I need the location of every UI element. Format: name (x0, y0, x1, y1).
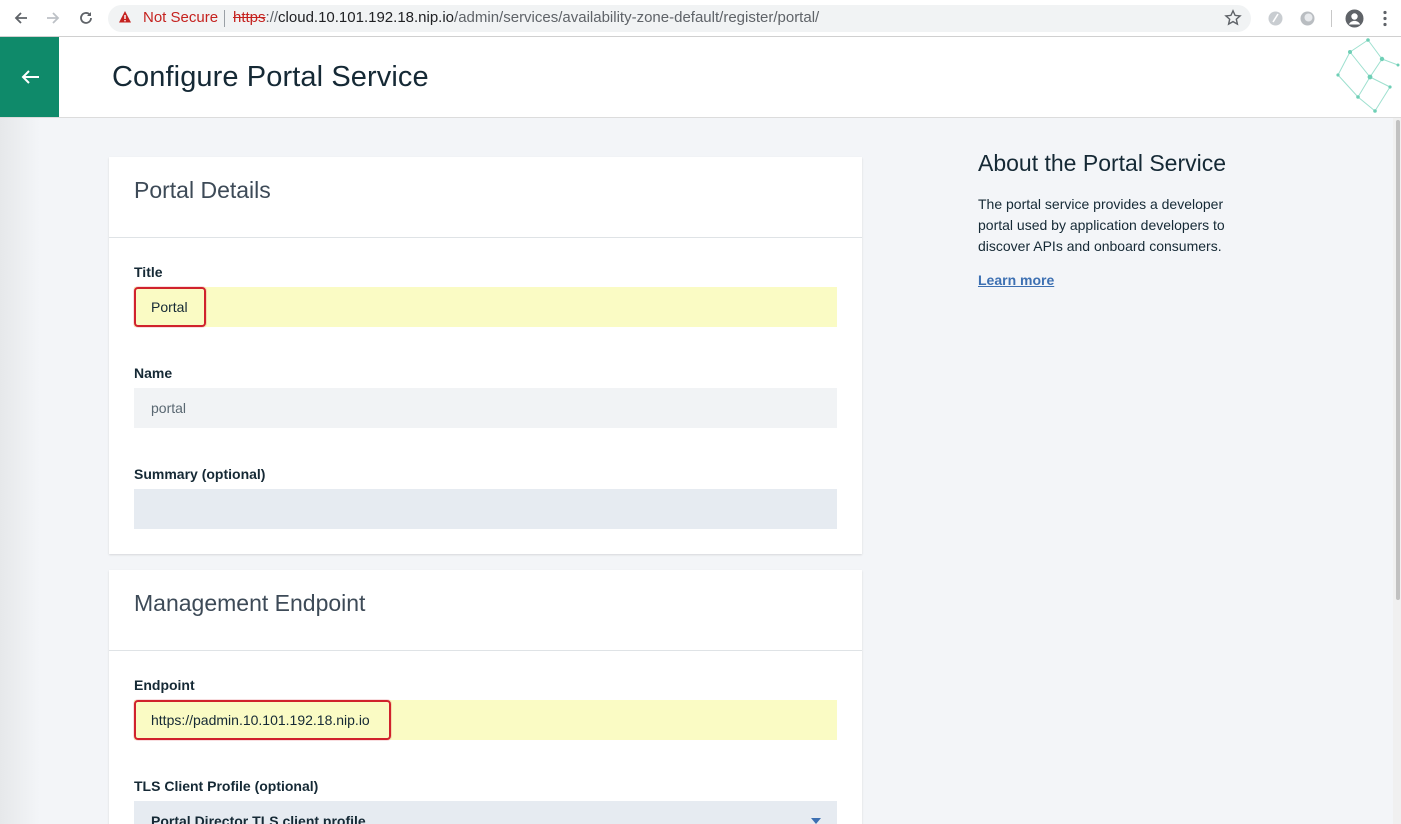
tls-profile-label: TLS Client Profile (optional) (134, 778, 319, 794)
url-path: /admin/services/availability-zone-defaul… (454, 9, 820, 26)
tls-profile-select[interactable]: Portal Director TLS client profile (134, 801, 837, 824)
security-status[interactable]: Not Secure (143, 9, 218, 26)
endpoint-label: Endpoint (134, 677, 195, 693)
title-input[interactable]: Portal (134, 287, 837, 327)
toolbar-divider (1331, 10, 1332, 27)
bookmark-star-icon[interactable] (1224, 9, 1242, 27)
about-description: The portal service provides a developer … (978, 196, 1225, 254)
name-input[interactable]: portal (134, 388, 837, 428)
forward-arrow-icon[interactable] (43, 8, 63, 28)
tls-profile-value: Portal Director TLS client profile (151, 813, 366, 824)
card-header: Management Endpoint (109, 570, 862, 651)
url-host: cloud.10.101.192.18.nip.io (278, 9, 455, 26)
about-title: About the Portal Service (978, 150, 1227, 176)
name-label: Name (134, 365, 173, 381)
network-decoration-icon (1336, 38, 1400, 113)
back-arrow-icon[interactable] (11, 8, 31, 28)
back-button[interactable] (0, 37, 59, 117)
page-title: Configure Portal Service (112, 61, 429, 93)
summary-input[interactable] (134, 489, 837, 529)
endpoint-highlight (134, 700, 391, 740)
url-separator: :// (265, 9, 279, 26)
title-highlight (134, 287, 206, 327)
management-endpoint-heading: Management Endpoint (134, 590, 366, 616)
learn-more-link[interactable]: Learn more (978, 272, 1054, 288)
scrollbar-thumb[interactable] (1396, 120, 1400, 600)
title-label: Title (134, 264, 163, 280)
browser-toolbar: Not Secure https://cloud.10.101.192.18.n… (0, 0, 1401, 37)
summary-label: Summary (optional) (134, 466, 266, 482)
extension-circle-icon[interactable] (1299, 10, 1316, 27)
chevron-down-icon (811, 818, 821, 824)
warning-icon (119, 11, 131, 23)
portal-details-card: Portal Details Title Portal Name portal … (109, 157, 862, 554)
card-header: Portal Details (109, 157, 862, 238)
back-arrow-icon (21, 70, 39, 84)
extension-icon[interactable] (1267, 10, 1284, 27)
left-panel-shadow (0, 118, 40, 824)
management-endpoint-card: Management Endpoint Endpoint https://pad… (109, 570, 862, 824)
reload-icon[interactable] (76, 8, 96, 28)
kebab-menu-icon[interactable] (1382, 10, 1388, 27)
omnibox-divider (224, 10, 225, 27)
endpoint-input[interactable]: https://padmin.10.101.192.18.nip.io (134, 700, 837, 740)
url-scheme: https (233, 9, 266, 26)
portal-details-heading: Portal Details (134, 177, 271, 203)
app-header: Configure Portal Service (0, 37, 1401, 118)
profile-avatar-icon[interactable] (1345, 9, 1364, 28)
name-value: portal (151, 400, 187, 416)
main-content: Portal Details Title Portal Name portal … (0, 118, 1393, 824)
url-text[interactable]: https://cloud.10.101.192.18.nip.io/admin… (233, 9, 819, 26)
